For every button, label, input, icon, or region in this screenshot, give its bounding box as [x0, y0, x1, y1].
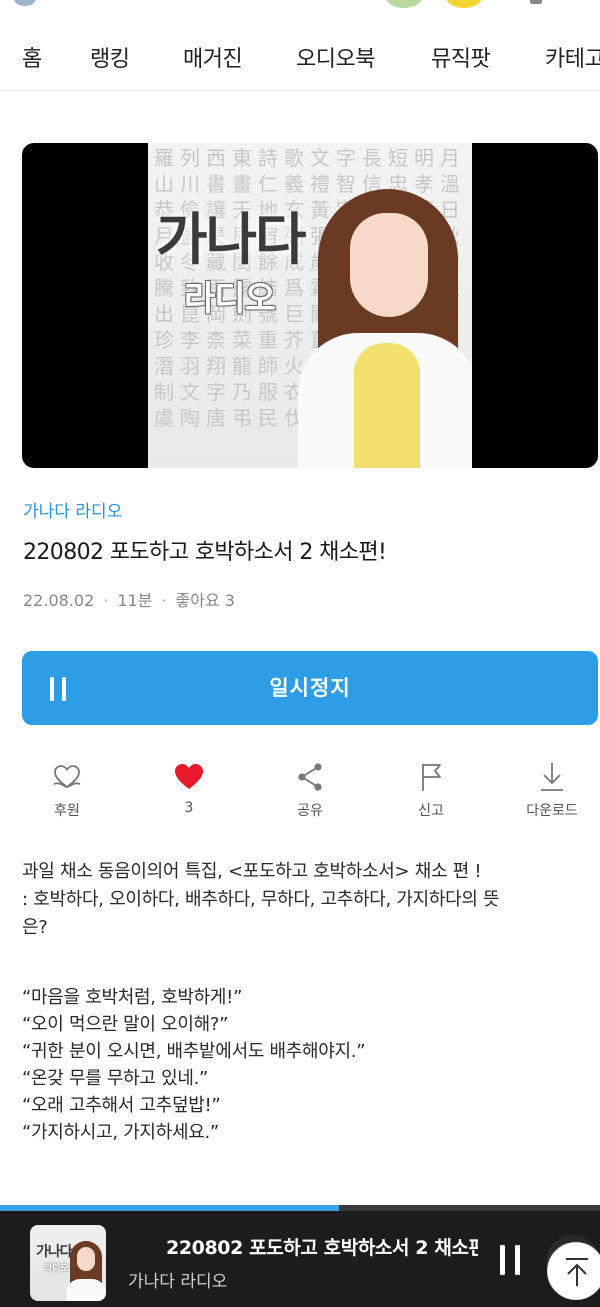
episode-page: { "nav": { "items": ["홈", "랭킹", "매거진", "… — [0, 0, 600, 1307]
action-bar: 후원 3 공유 신고 다운로드 — [0, 760, 600, 830]
description-quote: “마음을 호박처럼, 호박하게!” — [22, 987, 243, 1008]
mini-player-thumbnail: 가나다 라디오 — [30, 1225, 106, 1301]
episode-cover[interactable]: 羅列西東詩歌文字長短明月山川書畫仁義禮智信忠孝溫恭儉讓天地玄黃宇宙洪荒日月盈昃辰… — [22, 143, 598, 468]
description-quote: “온갖 무를 무하고 있네.” — [22, 1068, 209, 1089]
channel-link[interactable]: 가나다 라디오 — [23, 497, 122, 522]
status-bar — [0, 0, 600, 12]
episode-description: 과일 채소 동음이의어 특집, <포도하고 호박하소서> 채소 편 ! : 호박… — [22, 858, 598, 1146]
like-button[interactable]: 3 — [144, 760, 234, 826]
pause-button[interactable]: 일시정지 — [22, 651, 598, 725]
heart-filled-icon — [175, 764, 203, 789]
cover-art: 羅列西東詩歌文字長短明月山川書畫仁義禮智信忠孝溫恭儉讓天地玄黃宇宙洪荒日月盈昃辰… — [148, 143, 472, 468]
download-label: 다운로드 — [526, 803, 578, 819]
heart-hands-icon — [53, 765, 81, 789]
nav-item-audiobook[interactable]: 오디오북 — [296, 44, 375, 76]
description-quote: “귀한 분이 오시면, 배추밭에서도 배추해야지.” — [22, 1041, 366, 1062]
nav-item-ranking[interactable]: 랭킹 — [90, 44, 130, 76]
pause-button-label: 일시정지 — [269, 676, 351, 700]
thumbnail-title: 가나다 — [36, 1244, 73, 1260]
status-icon — [14, 0, 36, 6]
pause-icon — [500, 1245, 505, 1275]
cover-title: 가나다 — [156, 208, 307, 273]
mini-player-channel: 가나다 라디오 — [128, 1272, 228, 1292]
description-line: 은? — [22, 917, 48, 938]
search-icon[interactable] — [530, 0, 542, 4]
nav-item-magazine[interactable]: 매거진 — [183, 44, 243, 76]
mini-player-pause-button[interactable] — [498, 1245, 524, 1275]
report-button[interactable]: 신고 — [386, 760, 476, 826]
cover-subtitle: 라디오 — [184, 279, 276, 319]
mini-player-title: 220802 포도하고 호박하소서 2 채소편! — [166, 1237, 478, 1259]
nav-item-category[interactable]: 카테고 — [545, 44, 600, 76]
category-nav: 홈 랭킹 매거진 오디오북 뮤직팟 카테고 — [0, 44, 600, 80]
episode-likes: 좋아요 3 — [175, 591, 235, 610]
nav-divider — [0, 90, 600, 91]
description-line: : 호박하다, 오이하다, 배추하다, 무하다, 고추하다, 가지하다의 뜻 — [22, 889, 500, 910]
status-icon — [384, 0, 424, 8]
download-icon — [541, 763, 563, 791]
status-icon — [444, 0, 484, 8]
nav-item-home[interactable]: 홈 — [22, 44, 42, 76]
report-label: 신고 — [418, 803, 444, 819]
episode-meta: 22.08.02 · 11분 · 좋아요 3 — [23, 591, 235, 610]
description-quote: “오이 먹으란 말이 오이해?” — [22, 1014, 229, 1035]
like-count: 3 — [184, 800, 194, 816]
host-photo — [298, 183, 472, 468]
share-icon — [298, 763, 322, 791]
nav-item-musicpot[interactable]: 뮤직팟 — [431, 44, 491, 76]
description-line: 과일 채소 동음이의어 특집, <포도하고 호박하소서> 채소 편 ! — [22, 861, 482, 882]
episode-title: 220802 포도하고 호박하소서 2 채소편! — [23, 540, 387, 565]
arrow-up-icon — [566, 1258, 588, 1286]
flag-icon — [422, 764, 441, 791]
episode-date: 22.08.02 — [23, 591, 95, 610]
download-button[interactable]: 다운로드 — [507, 760, 597, 826]
share-button[interactable]: 공유 — [265, 760, 355, 826]
description-quote: “오래 고추해서 고추덮밥!” — [22, 1095, 221, 1116]
donate-button[interactable]: 후원 — [22, 760, 112, 826]
episode-duration: 11분 — [117, 591, 153, 610]
thumbnail-subtitle: 라디오 — [44, 1264, 69, 1274]
share-label: 공유 — [297, 803, 323, 819]
description-quote: “가지하시고, 가지하세요.” — [22, 1122, 219, 1143]
scroll-to-top-button[interactable] — [547, 1242, 600, 1300]
donate-label: 후원 — [54, 803, 80, 819]
mini-player[interactable]: 가나다 라디오 220802 포도하고 호박하소서 2 채소편! 가나다 라디오 — [0, 1211, 600, 1307]
